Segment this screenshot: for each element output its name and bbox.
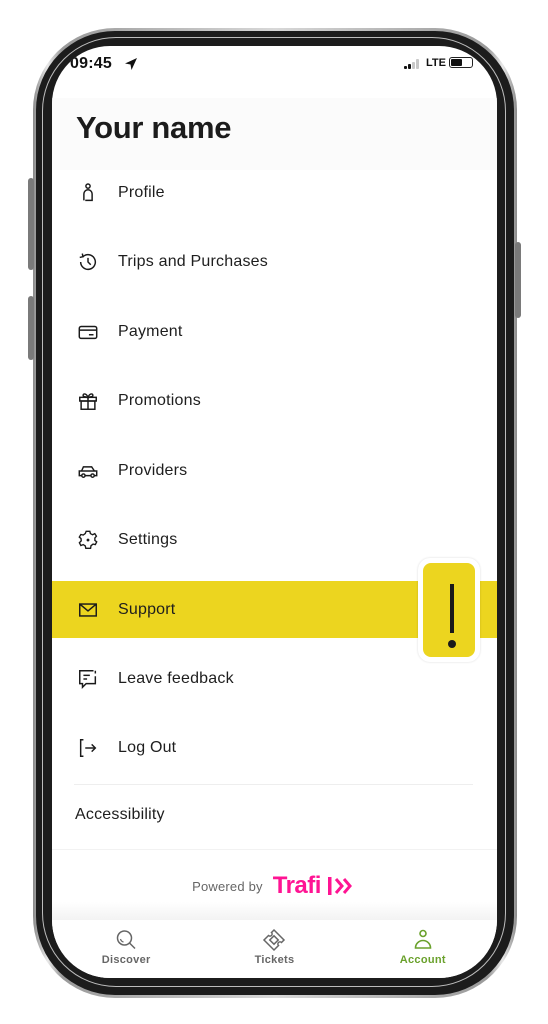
- menu-label: Payment: [118, 322, 183, 340]
- cellular-signal-icon: [404, 59, 424, 69]
- page-title: Your name: [76, 110, 232, 145]
- powered-by-text: Powered by: [192, 878, 263, 894]
- status-bar: 09:45 LTE: [52, 46, 497, 86]
- tab-label: Tickets: [254, 954, 295, 966]
- person-icon: [76, 181, 100, 205]
- gear-icon: [76, 528, 100, 552]
- menu-item-payment[interactable]: Payment: [52, 297, 497, 367]
- car-icon: [76, 459, 100, 483]
- power-button: [515, 242, 521, 318]
- tab-discover[interactable]: Discover: [52, 920, 200, 978]
- menu-label: Providers: [118, 461, 188, 479]
- status-time: 09:45: [70, 55, 112, 72]
- warning-annotation: [418, 558, 480, 662]
- exclamation-icon: [423, 563, 475, 657]
- search-icon: [116, 930, 136, 950]
- envelope-icon: [76, 598, 100, 622]
- menu-label: Promotions: [118, 392, 201, 410]
- ticket-icon: [263, 928, 286, 952]
- tab-tickets[interactable]: Tickets: [200, 920, 348, 978]
- account-menu: Profile Trips and Purchases Payment Prom…: [52, 158, 497, 783]
- menu-item-providers[interactable]: Providers: [52, 436, 497, 506]
- battery-icon: [449, 57, 473, 68]
- tab-bar: Discover Tickets Account: [52, 920, 497, 978]
- person-icon: [414, 929, 432, 949]
- gift-icon: [76, 389, 100, 413]
- volume-down-button: [28, 296, 34, 360]
- menu-item-logout[interactable]: Log Out: [52, 714, 497, 784]
- accessibility-link[interactable]: Accessibility: [75, 806, 165, 824]
- trafi-chevrons-icon: [327, 877, 352, 895]
- logout-icon: [76, 736, 100, 760]
- credit-card-icon: [76, 320, 100, 344]
- location-arrow-icon: [125, 58, 137, 70]
- tab-label: Discover: [101, 954, 151, 966]
- menu-label: Settings: [118, 531, 178, 549]
- app-screen: 09:45 LTE Your name Profile Trips and Pu…: [52, 46, 497, 978]
- volume-up-button: [28, 178, 34, 270]
- tab-label: Account: [399, 954, 446, 966]
- divider: [74, 784, 473, 785]
- menu-label: Leave feedback: [118, 669, 234, 687]
- feedback-chat-icon: [76, 667, 100, 691]
- menu-item-trips[interactable]: Trips and Purchases: [52, 228, 497, 298]
- menu-label: Support: [118, 600, 176, 618]
- menu-item-profile[interactable]: Profile: [52, 158, 497, 228]
- divider: [52, 849, 497, 850]
- tabbar-shadow: [52, 902, 497, 920]
- powered-by: Powered by Trafi: [52, 872, 497, 900]
- trafi-logo: Trafi: [273, 872, 357, 900]
- menu-item-promotions[interactable]: Promotions: [52, 367, 497, 437]
- menu-label: Profile: [118, 183, 165, 201]
- history-clock-icon: [76, 250, 100, 274]
- menu-label: Trips and Purchases: [118, 253, 268, 271]
- brand-name: Trafi: [272, 872, 322, 899]
- menu-label: Log Out: [118, 739, 177, 757]
- tab-account[interactable]: Account: [349, 920, 497, 978]
- network-type: LTE: [426, 57, 446, 69]
